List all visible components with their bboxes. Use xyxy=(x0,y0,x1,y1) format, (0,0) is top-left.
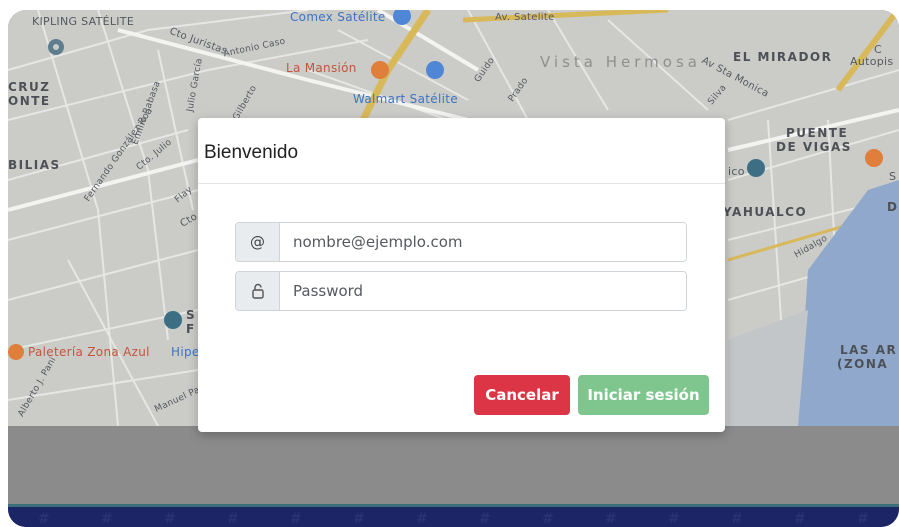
map-label-f-partial: F xyxy=(186,322,196,336)
map-label-d-partial: D xyxy=(887,200,899,214)
map-label-onte: ONTE xyxy=(8,94,51,108)
footer-glyph: # xyxy=(794,511,806,527)
lock-icon xyxy=(236,272,280,310)
map-label-de-vigas: DE VIGAS xyxy=(776,140,852,154)
map-label-autopis: Autopis xyxy=(850,55,894,68)
login-modal: Bienvenido @ Cancelar Iniciar sesión xyxy=(198,118,725,432)
map-label-av-satelite: Av. Satelite xyxy=(495,12,555,23)
map-label-s-partial-2: S xyxy=(186,308,197,322)
map-label-comex: Comex Satélite xyxy=(290,10,386,24)
footer-glyph: # xyxy=(38,511,50,527)
footer-glyph: # xyxy=(542,511,554,527)
map-label-hipe: Hipe xyxy=(171,345,200,359)
password-input-group xyxy=(235,271,687,311)
map-label-paleteria: Paletería Zona Azul xyxy=(28,345,150,359)
map-label-bilias: BILIAS xyxy=(8,158,61,172)
map-label-cruz: CRUZ xyxy=(8,80,51,94)
footer-glyph: # xyxy=(353,511,365,527)
map-label-zona: (ZONA xyxy=(837,357,889,371)
footer-glyph: # xyxy=(227,511,239,527)
email-input-group: @ xyxy=(235,222,687,262)
email-input[interactable] xyxy=(280,223,686,261)
footer-glyph: # xyxy=(857,511,869,527)
map-label-s-partial: S xyxy=(889,170,897,183)
map-label-kipling: KIPLING SATÉLITE xyxy=(32,15,135,28)
modal-title: Bienvenido xyxy=(204,142,299,163)
map-label-vista-hermosa: Vista Hermosa xyxy=(540,53,701,71)
map-label-la-mansion: La Mansión xyxy=(286,61,357,75)
map-label-puente: PUENTE xyxy=(786,126,849,140)
footer-glyph: # xyxy=(416,511,428,527)
at-sign-icon: @ xyxy=(236,223,280,261)
login-button[interactable]: Iniciar sesión xyxy=(578,375,709,415)
password-input[interactable] xyxy=(280,272,686,310)
footer-glyph: # xyxy=(605,511,617,527)
map-label-walmart: Walmart Satélite xyxy=(353,92,458,106)
map-label-c-partial: C xyxy=(874,43,882,56)
footer-pattern-bar: # # # # # # # # # # # # # # xyxy=(8,504,899,527)
footer-glyph: # xyxy=(101,511,113,527)
map-label-el-mirador: EL MIRADOR xyxy=(733,50,833,64)
gray-band xyxy=(8,426,899,504)
cancel-button[interactable]: Cancelar xyxy=(474,375,570,415)
map-label-yahualco: YAHUALCO xyxy=(723,205,808,219)
footer-glyph: # xyxy=(731,511,743,527)
modal-header: Bienvenido xyxy=(198,118,725,184)
map-label-ico: ico xyxy=(728,165,745,178)
footer-glyph: # xyxy=(479,511,491,527)
footer-glyph: # xyxy=(164,511,176,527)
footer-glyph: # xyxy=(290,511,302,527)
footer-glyph: # xyxy=(668,511,680,527)
map-label-las-ar: LAS AR xyxy=(840,343,898,357)
